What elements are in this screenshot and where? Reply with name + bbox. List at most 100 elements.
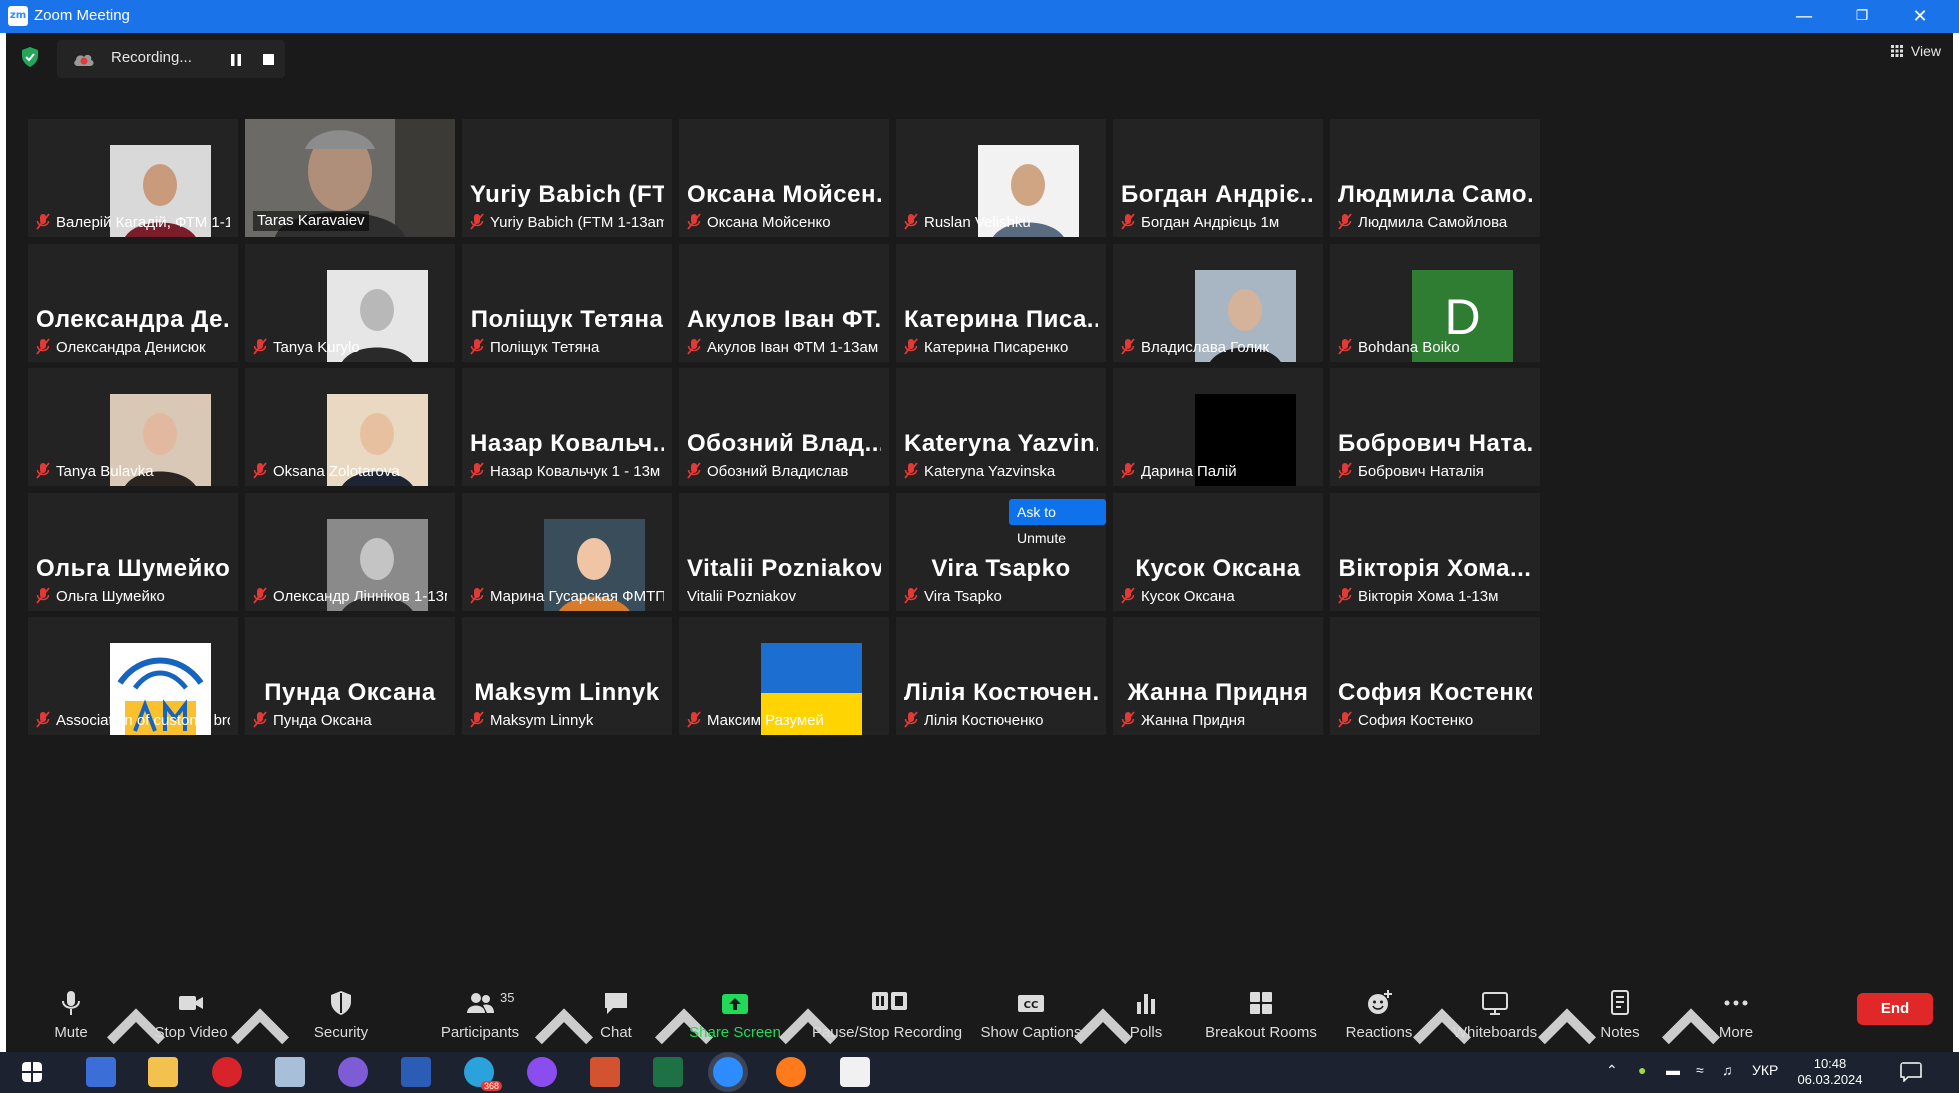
muted-mic-icon [470,213,484,231]
participant-tile[interactable]: Обозний Влад... Обозний Владислав [679,368,889,486]
volume-icon[interactable]: ♫ [1722,1062,1733,1078]
chat-label: Chat [600,1024,632,1041]
viber-icon[interactable] [338,1057,368,1087]
participant-name-label: Oksana Zolotarova [253,462,447,482]
participant-tile[interactable]: Дарина Палій [1113,368,1323,486]
firefox-icon[interactable] [776,1057,806,1087]
participant-tile[interactable]: Ruslan Velishku [896,119,1106,237]
show-captions-button[interactable]: CC Show Captions [976,986,1086,1050]
participant-tile[interactable]: Марина Гусарская ФМТП 1-13... [462,493,672,611]
stop-recording-icon[interactable] [263,54,274,65]
muted-mic-icon [253,587,267,605]
participant-tile[interactable]: Tanya Bulavka [28,368,238,486]
participant-tile[interactable]: Владислава Голик [1113,244,1323,362]
encryption-shield-icon[interactable] [18,45,42,69]
participant-name-label: Ольга Шумейко [36,587,230,607]
participant-tile[interactable]: Поліщук Тетяна Поліщук Тетяна [462,244,672,362]
participant-tile[interactable]: София Костенко София Костенко [1330,617,1540,735]
wifi-icon[interactable]: ≈ [1696,1062,1704,1078]
muted-mic-icon [470,587,484,605]
participant-tile[interactable]: Людмила Само... Людмила Самойлова [1330,119,1540,237]
participant-tile[interactable]: Акулов Іван ФТ... Акулов Іван ФТМ 1-13ам [679,244,889,362]
participant-tile[interactable]: Yuriy Babich (FT... Yuriy Babich (FTM 1-1… [462,119,672,237]
share-screen-button[interactable]: Share Screen [680,986,790,1050]
more-button[interactable]: More [1696,986,1776,1050]
snipping-tool-icon[interactable] [840,1057,870,1087]
powerpoint-icon[interactable] [590,1057,620,1087]
opera-browser-icon[interactable] [212,1057,242,1087]
minimize-icon[interactable]: — [1776,0,1832,33]
participant-tile[interactable]: Kateryna Yazvin... Kateryna Yazvinska [896,368,1106,486]
participant-tile[interactable]: Жанна Придня Жанна Придня [1113,617,1323,735]
messenger-icon[interactable] [527,1057,557,1087]
participant-tile[interactable]: Tanya Kurylo [245,244,455,362]
mute-button[interactable]: Mute [26,986,116,1050]
participant-tile[interactable]: Oksana Zolotarova [245,368,455,486]
ask-to-unmute-button[interactable]: Ask to Unmute [1009,499,1106,546]
taskbar-clock[interactable]: 10:48 06.03.2024 [1790,1056,1870,1088]
notes-button[interactable]: Notes [1580,986,1660,1050]
notifications-icon[interactable] [1900,1062,1922,1082]
participant-tile[interactable]: Олександр Лінніков 1-13м [245,493,455,611]
participant-name-label: Валерій Кагадій, ФТМ 1-13 АМ [36,213,230,233]
participant-tile[interactable]: Валерій Кагадій, ФТМ 1-13 АМ [28,119,238,237]
polls-button[interactable]: Polls [1106,986,1186,1050]
participant-name-label: Олександр Лінніков 1-13м [253,587,447,607]
participants-button[interactable]: 35 Participants [420,986,540,1050]
participant-tile[interactable]: Association of customs brokers... [28,617,238,735]
participant-tile[interactable]: Пунда Оксана Пунда Оксана [245,617,455,735]
calculator-icon[interactable] [275,1057,305,1087]
participant-name: Назар Ковальчук 1 - 13м [490,463,661,480]
view-button[interactable]: View [1890,43,1941,59]
battery-icon[interactable]: ▬ [1666,1062,1680,1078]
excel-icon[interactable] [653,1057,683,1087]
word-icon[interactable] [401,1057,431,1087]
title-bar: zm Zoom Meeting — ❐ ✕ [0,0,1959,33]
windows-start-icon[interactable] [22,1062,42,1082]
participant-tile[interactable]: Катерина Писа... Катерина Писаренко [896,244,1106,362]
restore-icon[interactable]: ❐ [1834,0,1890,33]
show-hidden-icons-chevron-icon[interactable]: ⌃ [1606,1062,1618,1079]
participant-tile[interactable]: Оксана Мойсен... Оксана Мойсенко [679,119,889,237]
zoom-taskbar-icon[interactable] [713,1057,743,1087]
participant-tile[interactable]: Бобрович Ната... Бобрович Наталія [1330,368,1540,486]
tray-app-icon[interactable]: ● [1638,1062,1646,1078]
chat-button[interactable]: Chat [576,986,656,1050]
close-icon[interactable]: ✕ [1892,0,1948,33]
keyboard-language[interactable]: УКР [1752,1062,1778,1078]
video-options-chevron-icon[interactable] [228,996,292,1060]
muted-mic-icon [1338,338,1352,356]
participant-name: Олександр Лінніков 1-13м [273,588,447,605]
participant-tile[interactable]: Максим Разумей [679,617,889,735]
participant-name: Людмила Самойлова [1358,214,1508,231]
participant-tile[interactable]: Ольга Шумейко Ольга Шумейко [28,493,238,611]
participant-tile[interactable]: Лілія Костючен... Лілія Костюченко [896,617,1106,735]
file-explorer-icon[interactable] [148,1057,178,1087]
breakout-rooms-button[interactable]: Breakout Rooms [1196,986,1326,1050]
participant-tile[interactable]: Taras Karavaiev [245,119,455,237]
participant-display-name: Бобрович Ната... [1338,430,1532,457]
video-camera-icon [179,996,203,1010]
participant-tile[interactable]: Кусок Оксана Кусок Оксана [1113,493,1323,611]
participant-name: Пунда Оксана [273,712,372,729]
participant-tile[interactable]: Назар Ковальч... Назар Ковальчук 1 - 13м [462,368,672,486]
participant-name-label: Kateryna Yazvinska [904,462,1098,482]
pause-stop-recording-button[interactable]: Pause/Stop Recording [802,986,972,1050]
save-floppy-icon[interactable] [86,1057,116,1087]
end-meeting-button[interactable]: End [1857,993,1933,1025]
participant-tile[interactable]: Олександра Де... Олександра Денисюк [28,244,238,362]
telegram-icon[interactable]: 368 [464,1057,502,1091]
whiteboards-button[interactable]: Whiteboards [1440,986,1550,1050]
participant-name-label: Людмила Самойлова [1338,213,1532,233]
participant-tile[interactable]: Maksym Linnyk Maksym Linnyk [462,617,672,735]
pause-recording-icon[interactable] [229,53,243,67]
participant-tile[interactable]: Vitalii Pozniakov Vitalii Pozniakov [679,493,889,611]
security-button[interactable]: Security [296,986,386,1050]
participant-tile[interactable]: D Bohdana Boiko [1330,244,1540,362]
participant-name: Maksym Linnyk [490,712,594,729]
participant-tile[interactable]: Vira TsapkoAsk to Unmute···Vira Tsapko [896,493,1106,611]
participant-tile[interactable]: Богдан Андріє... Богдан Андрієць 1м [1113,119,1323,237]
muted-mic-icon [687,338,701,356]
participant-name-label: Vira Tsapko [904,587,1098,607]
participant-tile[interactable]: Вікторія Хома... Вікторія Хома 1-13м [1330,493,1540,611]
